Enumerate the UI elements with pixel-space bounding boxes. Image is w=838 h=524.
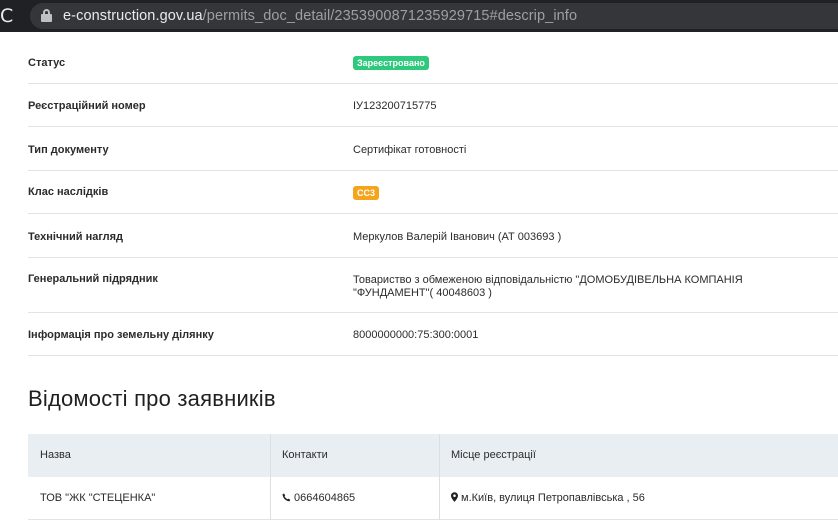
- detail-value: Меркулов Валерій Іванович (АТ 003693 ): [353, 231, 562, 243]
- detail-value: Сертифікат готовності: [353, 144, 467, 156]
- detail-row-status: Статус Зареєстровано: [28, 40, 838, 84]
- map-marker-icon: [451, 492, 458, 502]
- detail-row-document-type: Тип документу Сертифікат готовності: [28, 127, 838, 171]
- section-title: Відомості про заявників: [28, 386, 276, 411]
- class-badge: СС3: [353, 186, 380, 200]
- lock-icon[interactable]: [41, 9, 52, 22]
- address-text: м.Київ, вулиця Петропавлівська , 56: [461, 492, 645, 504]
- detail-label: Тип документу: [28, 144, 109, 156]
- column-header-name: Назва: [40, 449, 71, 461]
- table-header: Назва Контакти Місце реєстрації: [28, 434, 838, 477]
- detail-row-land-plot: Інформація про земельну ділянку 80000000…: [28, 313, 838, 356]
- url-host: e-construction.gov.ua: [63, 8, 203, 24]
- detail-label: Інформація про земельну ділянку: [28, 329, 214, 341]
- url-path: /permits_doc_detail/2353900871235929715#…: [202, 8, 578, 24]
- phone-icon: [282, 493, 291, 502]
- detail-value: 8000000000:75:300:0001: [353, 329, 479, 341]
- detail-value-line: Товариство з обмеженою відповідальністю …: [353, 274, 743, 286]
- detail-row-technical-supervision: Технічний нагляд Меркулов Валерій Іванов…: [28, 214, 838, 258]
- detail-row-consequence-class: Клас наслідків СС3: [28, 171, 838, 214]
- detail-value: Товариство з обмеженою відповідальністю …: [353, 274, 823, 300]
- detail-label: Клас наслідків: [28, 186, 109, 198]
- detail-label: Технічний нагляд: [28, 231, 124, 243]
- detail-value: IУ123200715775: [353, 100, 437, 112]
- detail-row-general-contractor: Генеральний підрядник Товариство з обмеж…: [28, 258, 838, 313]
- detail-value: Зареєстровано: [353, 56, 823, 70]
- column-header-contacts: Контакти: [282, 449, 328, 461]
- browser-address-bar: C e-construction.gov.ua/permits_doc_deta…: [0, 0, 838, 32]
- column-divider: [270, 434, 271, 520]
- status-badge: Зареєстровано: [353, 56, 429, 70]
- url-text[interactable]: e-construction.gov.ua/permits_doc_detail…: [63, 7, 577, 25]
- applicants-table: Назва Контакти Місце реєстрації ТОВ "ЖК …: [28, 434, 838, 524]
- applicant-address: м.Київ, вулиця Петропавлівська , 56: [451, 492, 645, 504]
- column-header-registration-place: Місце реєстрації: [451, 449, 536, 461]
- detail-row-registration-number: Реєстраційний номер IУ123200715775: [28, 84, 838, 127]
- column-divider: [439, 434, 440, 520]
- phone-number: 0664604865: [294, 492, 356, 504]
- detail-value: СС3: [353, 186, 823, 200]
- table-row: ТОВ "ЖК "СТЕЦЕНКА" 0664604865 м.Київ, ву…: [28, 477, 838, 520]
- applicant-name: ТОВ "ЖК "СТЕЦЕНКА": [40, 492, 156, 504]
- detail-label: Реєстраційний номер: [28, 100, 146, 112]
- reload-icon[interactable]: C: [0, 6, 18, 26]
- applicant-contact: 0664604865: [282, 492, 355, 504]
- detail-value-line: "ФУНДАМЕНТ"( 40048603 ): [353, 287, 492, 299]
- detail-label: Статус: [28, 57, 66, 69]
- detail-label: Генеральний підрядник: [28, 273, 158, 285]
